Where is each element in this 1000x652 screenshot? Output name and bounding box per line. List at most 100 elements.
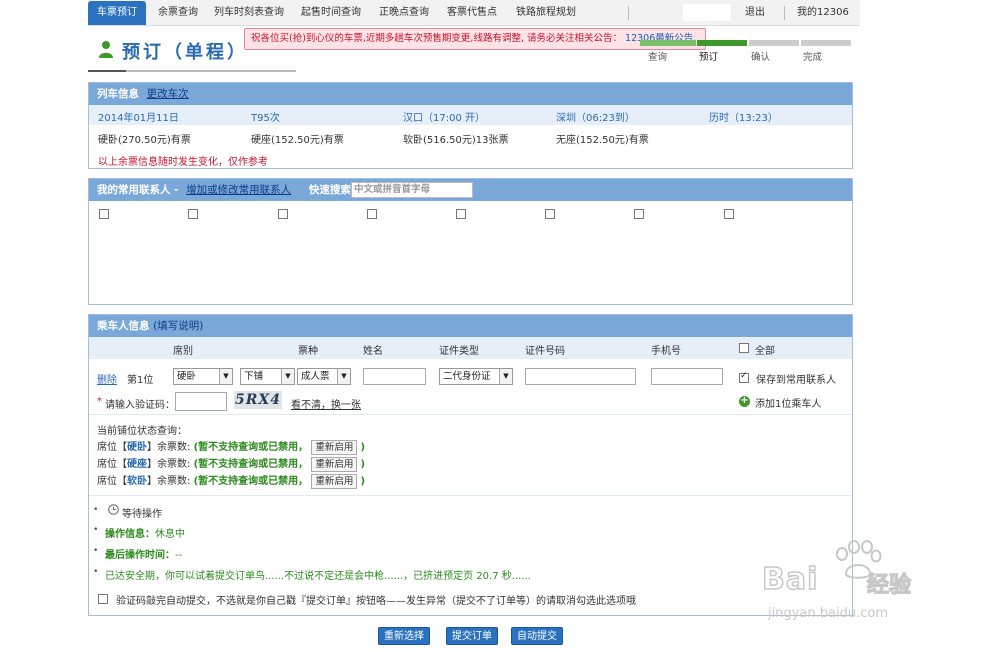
quick-search-label: 快速搜索 (308, 184, 351, 196)
my12306-link[interactable]: 我的12306 (797, 0, 849, 26)
travel-date: 2014年01月11日 (98, 113, 179, 124)
logout-link[interactable]: 退出 (745, 0, 765, 26)
reenable-button[interactable]: 重新启用 (311, 456, 358, 472)
nav-remaining-tickets[interactable]: 余票查询 (158, 0, 198, 26)
captcha-input[interactable] (175, 392, 227, 411)
manage-contacts-link[interactable]: 增加或修改常用联系人 (186, 184, 291, 196)
berth-status-text: (暂不支持查询或已禁用， (193, 476, 309, 487)
captcha-image[interactable]: 5RX4 (234, 391, 282, 409)
chevron-down-icon: ▼ (281, 369, 294, 384)
title-underline (88, 70, 296, 72)
seat-availability: 硬座(152.50元)有票 (251, 135, 344, 146)
train-info-header: 列车信息 更改车次 (89, 83, 852, 105)
berth-status-text: (暂不支持查询或已禁用， (193, 459, 309, 470)
berth-status-row: 席位【软卧】余票数: (暂不支持查询或已禁用， 重新启用 ) (97, 473, 366, 489)
contact-checkbox[interactable] (634, 209, 644, 219)
contact-search-input[interactable]: 中文或拼音首字母 (351, 182, 473, 198)
nav-separator (628, 6, 629, 20)
berth-status-title: 当前铺位状态查询： (97, 426, 187, 437)
watermark-brand: Bai (761, 561, 819, 598)
seat-availability: 无座(152.50元)有票 (556, 135, 649, 146)
contact-checkbox[interactable] (278, 209, 288, 219)
clock-icon (108, 504, 119, 515)
notice-text: 祝各位买(抢)到心仪的车票,近期多趟车次预售期变更,线路有调整, 请务必关注相关… (251, 33, 622, 44)
reenable-button[interactable]: 重新启用 (311, 439, 358, 455)
top-nav: 车票预订 余票查询 列车时刻表查询 起售时间查询 正晚点查询 客票代售点 铁路旅… (88, 0, 860, 26)
add-icon: + (739, 395, 750, 407)
step-complete: 完成 (803, 52, 823, 63)
submit-order-button[interactable]: 提交订单 (446, 627, 498, 645)
step-confirm: 确认 (751, 52, 771, 63)
reselect-button[interactable]: 重新选择 (378, 627, 430, 645)
nav-agents[interactable]: 客票代售点 (447, 0, 497, 26)
train-number: T95次 (251, 113, 280, 124)
passenger-name-input[interactable] (363, 368, 426, 385)
save-contact-checkbox[interactable] (739, 371, 749, 383)
fill-help-link[interactable]: (填写说明) (153, 320, 203, 332)
seat-availability: 硬卧(270.50元)有票 (98, 135, 191, 146)
travel-duration: 历时（13:23） (709, 113, 778, 124)
berth-seat-name: 硬卧 (127, 442, 147, 453)
contact-checkbox[interactable] (188, 209, 198, 219)
reenable-button[interactable]: 重新启用 (311, 473, 358, 489)
contact-checkbox[interactable] (545, 209, 555, 219)
nav-timetable[interactable]: 列车时刻表查询 (214, 0, 284, 26)
step-bar-booking (697, 40, 747, 46)
id-number-input[interactable] (525, 368, 636, 385)
train-info-title: 列车信息 (97, 88, 139, 100)
availability-note: 以上余票信息随时发生变化，仅作参考 (98, 157, 268, 168)
contact-checkbox[interactable] (456, 209, 466, 219)
berth-status-row: 席位【硬卧】余票数: (暂不支持查询或已禁用， 重新启用 ) (97, 439, 366, 455)
step-query: 查询 (648, 52, 668, 63)
contact-checkbox[interactable] (99, 209, 109, 219)
step-booking: 预订 (699, 52, 719, 63)
change-train-link[interactable]: 更改车次 (147, 88, 189, 100)
col-phone: 手机号 (651, 346, 681, 357)
watermark-brand-cn: 经验 (866, 572, 912, 598)
username-box (683, 4, 731, 21)
depart-station: 汉口（17:00 开） (403, 113, 485, 124)
chevron-down-icon: ▼ (219, 369, 232, 384)
col-seat: 席别 (173, 346, 193, 357)
nav-sale-time[interactable]: 起售时间查询 (301, 0, 361, 26)
nav-separator (784, 6, 785, 20)
chevron-down-icon: ▼ (499, 369, 512, 384)
captcha-refresh-link[interactable]: 看不清，换一张 (291, 396, 361, 411)
delete-passenger-link[interactable]: 删除 (97, 371, 117, 386)
contacts-header: 我的常用联系人 - 增加或修改常用联系人 快速搜索 中文或拼音首字母 (89, 179, 852, 201)
operation-info: 操作信息：休息中 (105, 529, 185, 540)
passenger-panel: 乘车人信息 (填写说明) 席别 票种 姓名 证件类型 证件号码 手机号 全部 删… (88, 314, 853, 616)
captcha-label: 请输入验证码： (105, 400, 175, 411)
nav-punctuality[interactable]: 正晚点查询 (379, 0, 429, 26)
auto-submit-checkbox[interactable] (98, 594, 108, 604)
phone-input[interactable] (651, 368, 723, 385)
passenger-position: 第1位 (127, 375, 154, 386)
passenger-title: 乘车人信息 (97, 320, 150, 332)
contacts-title: 我的常用联系人 - (97, 184, 179, 196)
nav-journey-planner[interactable]: 铁路旅程规划 (516, 0, 576, 26)
add-passenger-button[interactable]: 添加1位乘车人 (755, 395, 821, 410)
passenger-header: 乘车人信息 (填写说明) (89, 315, 852, 337)
baidu-watermark: Bai 经验 jingyan.baidu.com (760, 540, 960, 630)
notice-banner: 祝各位买(抢)到心仪的车票,近期多趟车次预售期变更,线路有调整, 请务必关注相关… (244, 28, 706, 50)
chevron-down-icon: ▼ (337, 369, 350, 384)
auto-submit-button[interactable]: 自动提交 (511, 627, 563, 645)
seat-availability: 软卧(516.50元)13张票 (403, 135, 509, 146)
train-info-row: 2014年01月11日 T95次 汉口（17:00 开） 深圳（06:23到） … (89, 105, 852, 125)
page-title: 预订（单程） (122, 42, 248, 63)
select-all-checkbox[interactable] (739, 343, 749, 353)
col-all: 全部 (755, 346, 775, 357)
id-type-select[interactable]: 二代身份证 ▼ (439, 368, 513, 385)
berth-select[interactable]: 下铺 ▼ (240, 368, 295, 385)
col-name: 姓名 (363, 346, 383, 357)
contact-checkbox[interactable] (367, 209, 377, 219)
step-bar-query (640, 40, 696, 46)
contact-checkbox[interactable] (724, 209, 734, 219)
save-contact-label: 保存到常用联系人 (756, 375, 836, 386)
berth-seat-name: 软卧 (127, 476, 147, 487)
seat-select[interactable]: 硬卧 ▼ (173, 368, 233, 385)
nav-ticket-booking[interactable]: 车票预订 (88, 1, 146, 25)
ticket-type-select[interactable]: 成人票 ▼ (297, 368, 351, 385)
step-bar-complete (801, 40, 851, 46)
watermark-url: jingyan.baidu.com (768, 606, 888, 621)
